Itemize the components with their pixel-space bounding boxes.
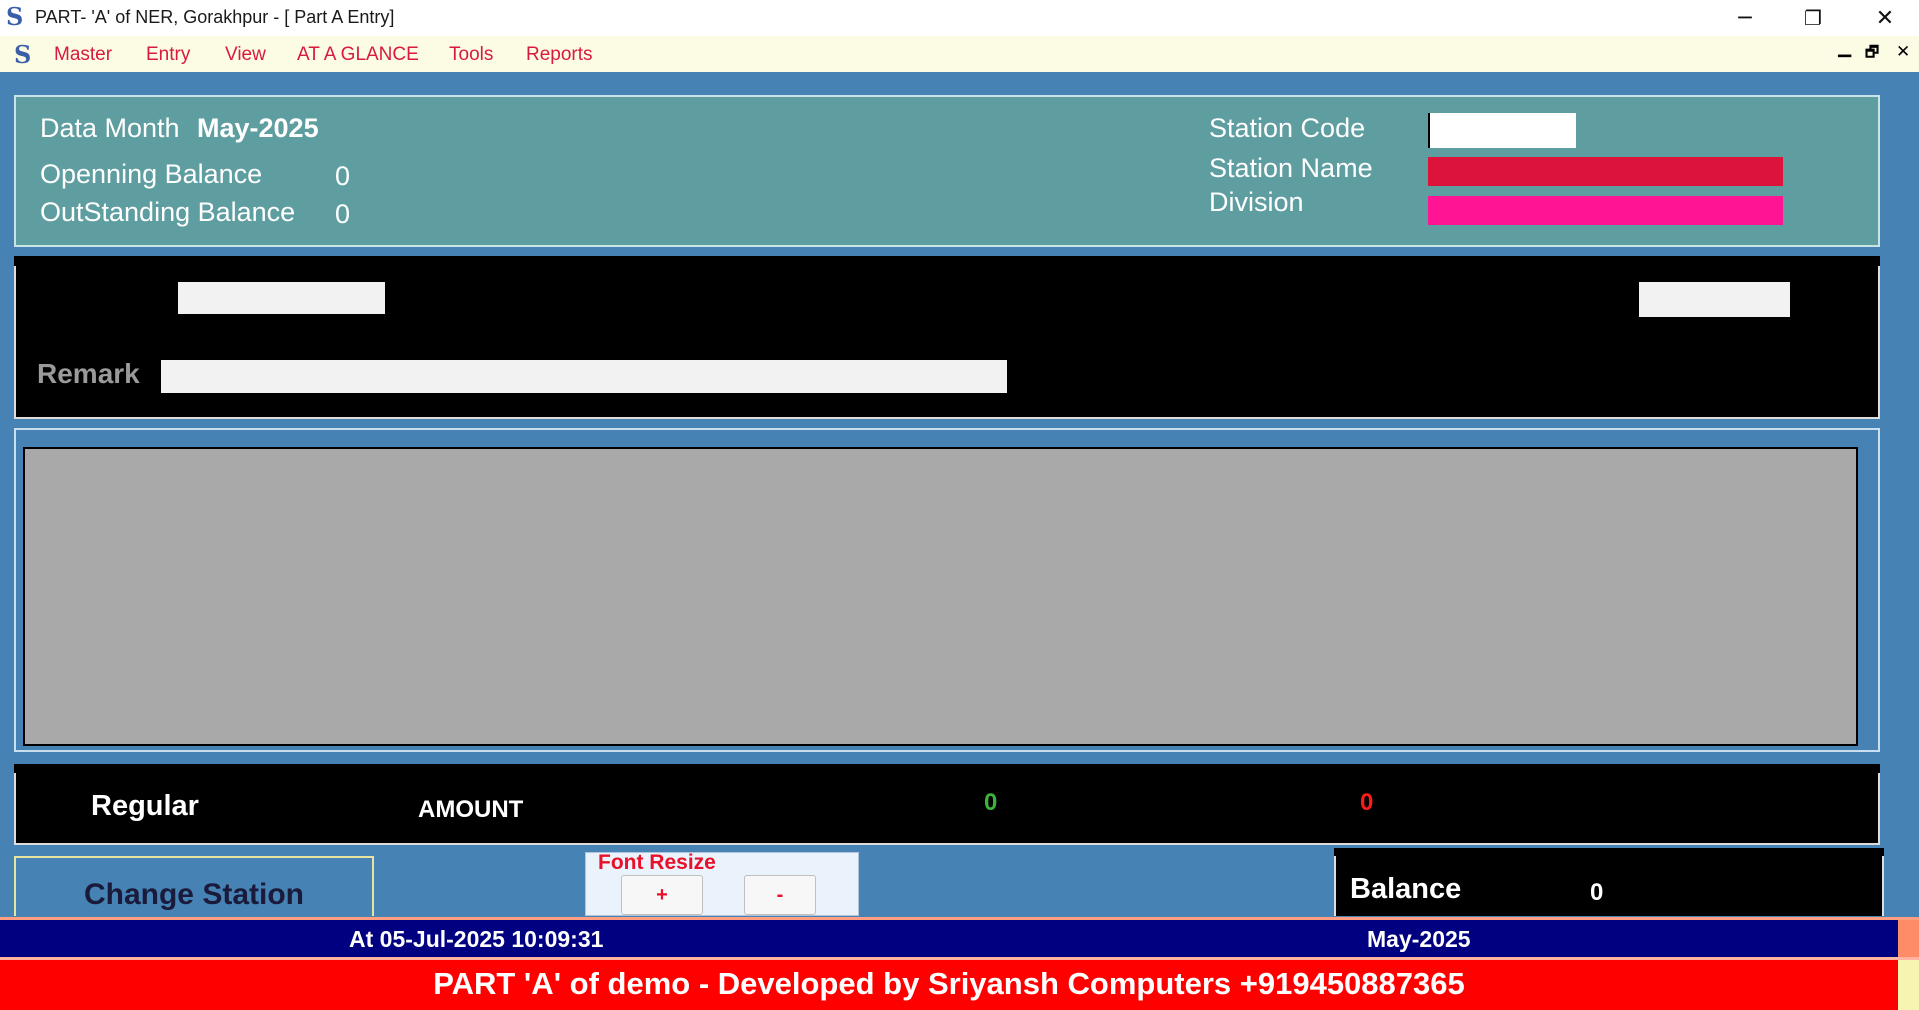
entries-grid[interactable] bbox=[23, 447, 1858, 746]
menu-bar: S Master Entry View AT A GLANCE Tools Re… bbox=[0, 36, 1919, 72]
footer-bar-end bbox=[1898, 960, 1919, 1010]
menu-item-tools[interactable]: Tools bbox=[449, 44, 493, 66]
menu-item-view[interactable]: View bbox=[225, 44, 266, 66]
data-month-value: May-2025 bbox=[197, 113, 319, 143]
status-bar-end bbox=[1898, 920, 1919, 957]
station-code-input[interactable] bbox=[1428, 113, 1576, 148]
menu-logo-icon: S bbox=[14, 40, 32, 69]
status-month: May-2025 bbox=[1367, 926, 1471, 952]
remark-input[interactable] bbox=[161, 360, 1007, 393]
station-name-field bbox=[1428, 157, 1783, 186]
entry-panel-top-border bbox=[14, 256, 1880, 266]
app-logo-icon: S bbox=[6, 2, 24, 31]
font-increase-button[interactable]: + bbox=[621, 875, 703, 915]
restore-button[interactable]: ❐ bbox=[1780, 0, 1846, 36]
close-button[interactable]: ✕ bbox=[1852, 0, 1918, 36]
totals-bar bbox=[14, 773, 1880, 845]
entry-field-1[interactable] bbox=[178, 282, 385, 314]
opening-balance-value: 0 bbox=[335, 161, 351, 191]
balance-label: Balance bbox=[1350, 873, 1462, 905]
font-decrease-button[interactable]: - bbox=[744, 875, 816, 915]
data-month-label: Data Month bbox=[40, 113, 180, 143]
balance-value: 0 bbox=[1590, 879, 1604, 906]
footer-credit: PART 'A' of demo - Developed by Sriyansh… bbox=[433, 966, 1465, 1001]
totals-top-border bbox=[14, 764, 1880, 773]
outstanding-balance-label: OutStanding Balance bbox=[40, 197, 296, 227]
window-title: PART- 'A' of NER, Gorakhpur - [ Part A E… bbox=[35, 7, 395, 27]
change-station-button[interactable]: Change Station bbox=[14, 856, 374, 916]
entry-field-2[interactable] bbox=[1639, 282, 1790, 317]
menu-item-reports[interactable]: Reports bbox=[526, 44, 593, 66]
opening-balance-label: Openning Balance bbox=[40, 159, 263, 189]
amount-label: AMOUNT bbox=[418, 796, 524, 823]
minimize-button[interactable]: ─ bbox=[1712, 0, 1778, 36]
menu-item-master[interactable]: Master bbox=[54, 44, 112, 66]
mdi-minimize-button[interactable]: ▁ bbox=[1838, 38, 1851, 58]
division-field bbox=[1428, 196, 1783, 225]
font-resize-label: Font Resize bbox=[598, 851, 716, 874]
status-bar bbox=[0, 917, 1919, 957]
regular-label: Regular bbox=[91, 790, 199, 822]
balance-top-border bbox=[1334, 848, 1884, 856]
total-green-value: 0 bbox=[984, 789, 998, 816]
title-bar: S PART- 'A' of NER, Gorakhpur - [ Part A… bbox=[0, 0, 1919, 36]
mdi-close-button[interactable]: ✕ bbox=[1896, 42, 1910, 62]
menu-item-at-a-glance[interactable]: AT A GLANCE bbox=[297, 44, 419, 66]
station-code-label: Station Code bbox=[1209, 113, 1366, 143]
division-label: Division bbox=[1209, 187, 1304, 217]
mdi-restore-button[interactable]: 🗗 bbox=[1865, 42, 1879, 67]
status-timestamp: At 05-Jul-2025 10:09:31 bbox=[349, 926, 604, 952]
total-red-value: 0 bbox=[1360, 789, 1374, 816]
outstanding-balance-value: 0 bbox=[335, 199, 351, 229]
remark-label: Remark bbox=[37, 358, 140, 389]
station-name-label: Station Name bbox=[1209, 153, 1373, 183]
menu-item-entry[interactable]: Entry bbox=[146, 44, 190, 66]
